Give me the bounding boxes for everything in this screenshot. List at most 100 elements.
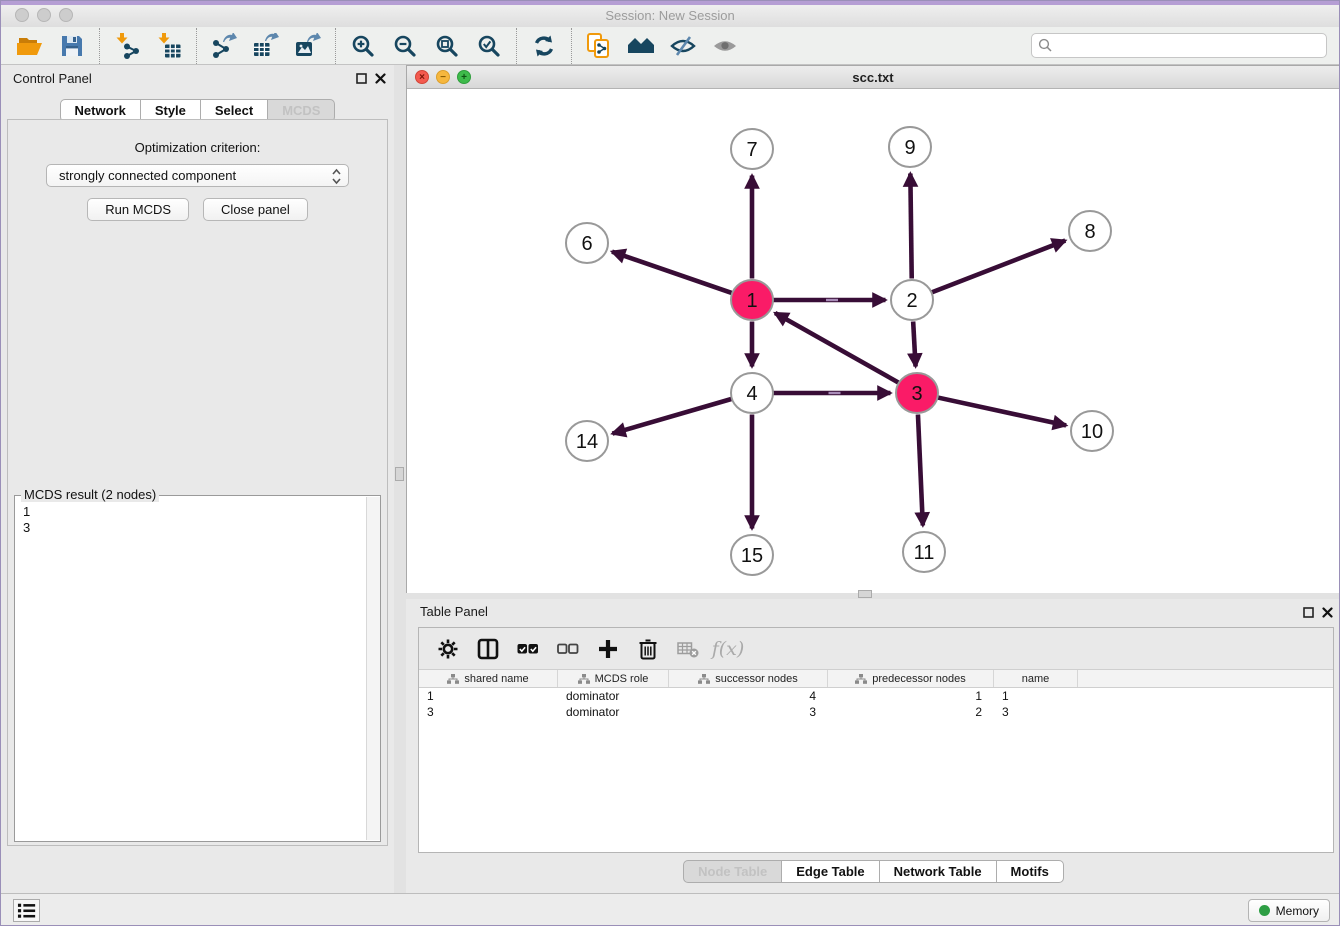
table-cell[interactable]: 3 [669,704,828,720]
status-bar: Memory [1,893,1339,926]
table-cell[interactable]: 1 [419,688,558,704]
graph-edge-4-14[interactable] [612,399,731,434]
zoom-fit-icon [435,34,459,58]
tab-node-table[interactable]: Node Table [683,860,782,883]
import-network-button[interactable] [106,30,148,62]
toolbar-separator [335,28,336,64]
control-panel-title: Control Panel [13,71,92,86]
network-canvas[interactable]: 7968124314101511 [407,90,1339,593]
show-eye-icon [712,35,738,57]
open-session-button[interactable] [9,30,51,62]
mcds-result-text: 1 3 [15,496,380,536]
graph-node-label: 1 [746,290,757,312]
memory-button[interactable]: Memory [1248,899,1330,922]
graph-node-label: 8 [1084,221,1095,243]
zoom-in-button[interactable] [342,30,384,62]
dropdown-stepper-icon [331,168,342,185]
table-cell[interactable]: 2 [828,704,994,720]
column-header-predecessor-nodes[interactable]: name predecessor nodes [828,670,994,687]
node-table-container: f(x) shared name MCDS role [418,627,1334,853]
column-header-mcds-role[interactable]: MCDS role [558,670,669,687]
float-panel-icon[interactable] [1303,607,1314,618]
graph-edge-1-6[interactable] [612,252,732,293]
splitter-grip[interactable] [858,590,872,598]
close-panel-icon[interactable] [375,73,386,84]
delete-row-button[interactable] [635,636,661,662]
export-table-button[interactable] [245,30,287,62]
select-all-button[interactable] [515,636,541,662]
column-header-name[interactable]: name [994,670,1078,687]
application-window: Session: New Session [0,0,1340,926]
network-window-title: scc.txt [407,70,1339,85]
table-cell[interactable]: 1 [994,688,1078,704]
splitter-grip[interactable] [395,467,404,481]
attribute-icon [855,674,867,684]
vertical-splitter[interactable] [394,65,406,893]
zoom-fit-button[interactable] [426,30,468,62]
criterion-dropdown[interactable]: strongly connected component [46,164,349,187]
export-network-button[interactable] [203,30,245,62]
graph-node-label: 4 [746,383,757,405]
search-field-wrap [1031,33,1327,58]
open-folder-icon [16,34,44,58]
column-header-shared-name[interactable]: shared name [419,670,558,687]
table-settings-button[interactable] [435,636,461,662]
table-cell[interactable]: 1 [828,688,994,704]
toolbar-separator [516,28,517,64]
delete-table-button[interactable] [675,636,701,662]
export-image-icon [295,33,321,59]
save-session-button[interactable] [51,30,93,62]
memory-status-icon [1259,905,1270,916]
column-header-successor-nodes[interactable]: successor nodes [669,670,828,687]
table-cell[interactable]: 3 [419,704,558,720]
zoom-selected-button[interactable] [468,30,510,62]
table-cell[interactable]: 3 [994,704,1078,720]
graph-edge-3-1[interactable] [775,313,898,382]
tab-motifs[interactable]: Motifs [996,860,1064,883]
tab-network-table[interactable]: Network Table [879,860,997,883]
show-columns-button[interactable] [475,636,501,662]
function-builder-button[interactable]: f(x) [715,636,741,662]
search-input[interactable] [1031,33,1327,58]
add-row-button[interactable] [595,636,621,662]
node-table-body: 1dominator4113dominator323 [419,688,1333,720]
tab-edge-table[interactable]: Edge Table [781,860,879,883]
task-history-button[interactable] [13,899,40,922]
table-row[interactable]: 1dominator411 [419,688,1333,704]
zoom-out-button[interactable] [384,30,426,62]
graph-edge-2-9[interactable] [910,173,911,278]
graph-edge-3-11[interactable] [918,414,923,525]
first-neighbors-button[interactable] [620,30,662,62]
table-toolbar: f(x) [419,628,1333,670]
table-panel: Table Panel f(x) [406,599,1340,893]
graph-edge-2-3[interactable] [913,321,915,366]
graph-edge-2-8[interactable] [932,241,1065,293]
graph-node-label: 2 [906,290,917,312]
export-image-button[interactable] [287,30,329,62]
table-cell[interactable]: 4 [669,688,828,704]
network-window-titlebar: × − + scc.txt [407,66,1339,89]
graph-edge-3-10[interactable] [938,398,1066,426]
duplicate-network-icon [586,32,612,60]
float-panel-icon[interactable] [356,73,367,84]
hide-selected-button[interactable] [662,30,704,62]
attribute-icon [447,674,459,684]
table-cell[interactable]: dominator [558,704,669,720]
close-panel-button[interactable]: Close panel [203,198,308,221]
toolbar-separator [99,28,100,64]
deselect-all-button[interactable] [555,636,581,662]
close-panel-icon[interactable] [1322,607,1333,618]
list-icon [17,901,37,920]
import-table-button[interactable] [148,30,190,62]
import-network-icon [114,33,140,59]
show-all-button[interactable] [704,30,746,62]
result-scrollbar[interactable] [366,497,380,840]
apply-layout-button[interactable] [523,30,565,62]
attribute-icon [578,674,590,684]
table-cell[interactable]: dominator [558,688,669,704]
duplicate-network-button[interactable] [578,30,620,62]
table-row[interactable]: 3dominator323 [419,704,1333,720]
table-header: shared name MCDS role successor nodes [419,670,1333,688]
run-mcds-button[interactable]: Run MCDS [87,198,189,221]
main-toolbar [1,27,1339,65]
